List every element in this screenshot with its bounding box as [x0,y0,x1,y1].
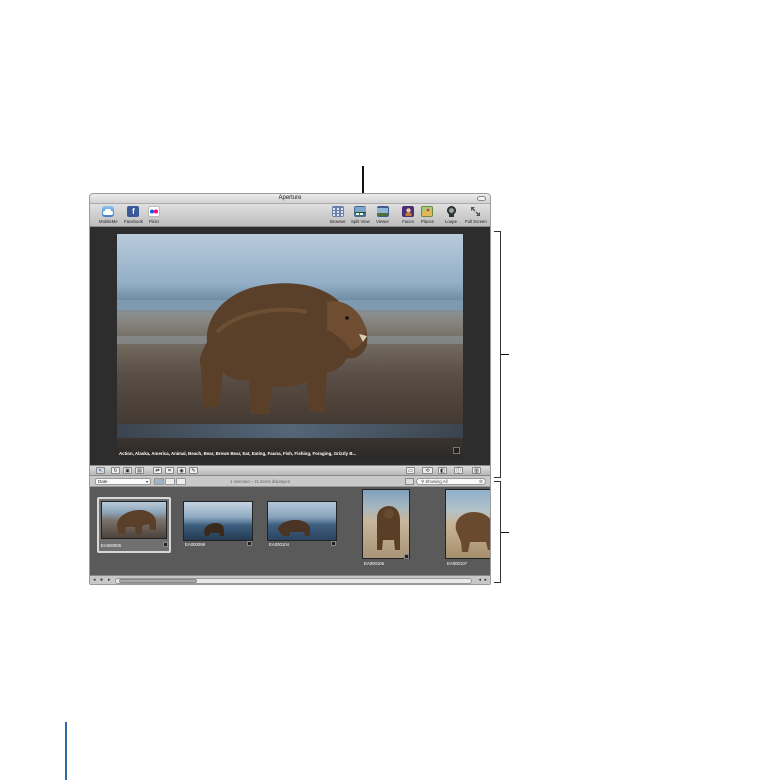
filter-hud-button[interactable] [405,478,414,485]
callout-tick-viewer [501,354,509,355]
thumbnail[interactable]: EA000104 [267,501,337,549]
facebook-label: Facebook [124,219,143,224]
thumbnail-name: EA000006 [101,543,122,548]
split-view-label: Split View [351,219,370,224]
thumbnail-name: EA000106 [364,561,385,566]
open-in-editor-icon[interactable]: ▭ [406,467,415,474]
scroll-track[interactable] [115,578,472,584]
thumbnail-image [101,501,167,539]
browser-control-bar: Date ▾ 1 selected – 21 items displayed ⚲ … [90,476,490,487]
flickr-label: Flickr [148,219,160,224]
browser-scrollbar[interactable]: ◂ ● ▸ ◂ ▸ [90,575,490,584]
full-screen-button[interactable]: Full Screen [465,206,487,224]
split-view-icon [354,206,367,217]
faces-button[interactable]: Faces [402,206,414,224]
callout-bracket-browser [494,481,501,583]
places-icon [421,206,434,217]
thumbnail[interactable]: EA000106 [362,489,410,566]
viewer-label: Viewer [376,219,390,224]
flickr-button[interactable]: Flickr [148,206,160,224]
browser-icon [331,206,344,217]
split-view-button[interactable]: Split View [351,206,370,224]
filmstrip-view-button[interactable] [176,478,186,485]
aperture-window: Aperture MobileMe f Facebook Flickr Brow… [89,193,491,585]
thumbnail[interactable]: EA000099 [183,501,253,549]
straighten-tool-icon[interactable]: ⇄ [153,467,162,474]
scroll-left-arrow-icon[interactable]: ◂ [478,577,481,583]
callout-bracket-viewer [494,231,501,478]
browser-button[interactable]: Browser [330,206,346,224]
bear-figure [199,283,368,414]
sort-dropdown[interactable]: Date ▾ [95,478,151,485]
brush-tool-icon[interactable]: ✎ [189,467,198,474]
search-field[interactable]: ⚲ Showing All ⊗ [416,478,486,485]
foreground-water [117,424,463,438]
full-screen-icon [470,206,482,217]
thumbnail-badge-icon [163,542,168,547]
lift-tool-icon[interactable]: ▤ [135,467,144,474]
zoom-in-icon[interactable]: ▸ [108,577,111,583]
page-margin-rule [65,722,67,780]
viewer-tool-strip: ↖ ↻ ▣ ▤ ⇄ ⌗ ◉ ✎ ▭ ⟲ ◧ ⓘ ▥ [90,465,490,476]
browser-pane: EA000006 EA000099 EA000104 EA000106 EA00… [90,487,490,575]
thumbnail-image [183,501,253,541]
adjustment-badge-icon [453,447,460,454]
crop-tool-icon[interactable]: ⌗ [165,467,174,474]
facebook-button[interactable]: f Facebook [124,206,143,224]
thumbnail-size-slider-icon[interactable]: ● [100,577,103,583]
filmstrip-icon[interactable]: ▥ [472,467,481,474]
thumbnail[interactable]: EA000107 [445,489,490,566]
clear-search-icon[interactable]: ⊗ [479,479,483,485]
thumbnail-image [445,489,490,559]
mobileme-icon [102,206,115,217]
chevron-down-icon: ▾ [145,479,148,484]
places-button[interactable]: Places [421,206,434,224]
thumbnail-name: EA000099 [185,542,206,547]
faces-icon [402,206,414,217]
loupe-button[interactable]: Loupe [445,206,457,224]
browser-label: Browser [330,219,346,224]
viewer-button[interactable]: Viewer [376,206,389,224]
mobileme-button[interactable]: MobileMe [99,206,118,224]
list-view-button[interactable] [165,478,175,485]
title-bar: Aperture [90,194,490,204]
select-tool-icon[interactable]: ↖ [96,467,105,474]
full-screen-label: Full Screen [465,219,487,224]
rotate-photo-icon[interactable]: ⟲ [422,467,433,474]
toolbar-toggle-button[interactable] [477,196,486,201]
keywords-hud-icon[interactable]: ◧ [438,467,447,474]
thumbnail-image [267,501,337,541]
thumbnail-image [362,489,410,559]
window-title: Aperture [278,195,302,201]
main-photo[interactable]: Action, Alaska, America, Animal, Beach, … [117,234,463,458]
thumbnail-name: EA000104 [269,542,290,547]
thumbnail[interactable]: EA000006 [97,497,171,553]
rotate-tool-icon[interactable]: ↻ [111,467,120,474]
viewer-icon [376,206,389,217]
grid-view-button[interactable] [154,478,164,485]
main-toolbar: MobileMe f Facebook Flickr Browser Split… [90,204,490,227]
faces-label: Faces [402,219,414,224]
thumbnail-name: EA000107 [447,561,468,566]
selection-status: 1 selected – 21 items displayed [230,479,290,484]
viewer-pane: Action, Alaska, America, Animal, Beach, … [90,227,490,465]
metadata-icon[interactable]: ⓘ [454,467,463,474]
thumbnail-badge-icon [247,541,252,546]
loupe-label: Loupe [445,219,457,224]
loupe-icon [445,206,457,217]
scroll-right-arrow-icon[interactable]: ▸ [484,577,487,583]
zoom-out-icon[interactable]: ◂ [93,577,96,583]
callout-tick-browser [501,532,509,533]
red-eye-tool-icon[interactable]: ◉ [177,467,186,474]
mobileme-label: MobileMe [99,219,118,224]
places-label: Places [421,219,434,224]
thumbnail-badge-icon [331,541,336,546]
thumbnail-badge-icon [404,554,409,559]
stamp-tool-icon[interactable]: ▣ [123,467,132,474]
flickr-icon [148,206,160,217]
scroll-thumb[interactable] [119,579,197,583]
photo-keywords-caption: Action, Alaska, America, Animal, Beach, … [119,451,357,456]
facebook-icon: f [127,206,140,217]
